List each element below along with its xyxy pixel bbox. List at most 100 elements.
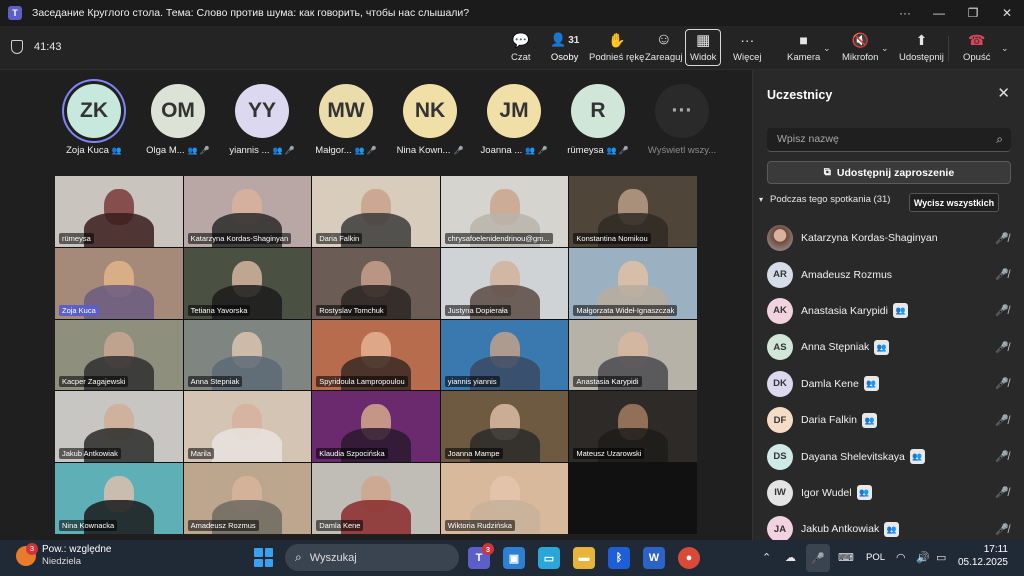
- video-tile[interactable]: rümeysa: [55, 176, 183, 247]
- video-tile[interactable]: Małgorzata Wideł-Ignaszczak: [569, 247, 697, 319]
- share-invite-button[interactable]: ⧉ Udostępnij zaproszenie: [767, 161, 1011, 184]
- camera-options-chevron-icon[interactable]: ⌄: [823, 43, 831, 54]
- avatar-item[interactable]: ··· Wyświetl wszy...: [640, 84, 724, 156]
- video-tile[interactable]: Justyna Dopierała: [440, 247, 569, 319]
- participant-row[interactable]: DF Daria Falkin 👥 🎤̸: [767, 402, 1015, 438]
- camera-button[interactable]: ■ Kamera: [787, 30, 820, 66]
- weather-widget[interactable]: 3 Pow.: względne Niedziela: [16, 542, 112, 567]
- participant-row[interactable]: IW Igor Wudel 👥 🎤̸: [767, 475, 1015, 511]
- raise-hand-button[interactable]: ✋ Podnieś rękę: [589, 30, 644, 66]
- video-tile[interactable]: Daria Falkin: [312, 176, 440, 247]
- share-button[interactable]: ⬆ Udostępnij: [899, 30, 944, 66]
- video-tile[interactable]: Joanna Mampe: [440, 391, 569, 463]
- mic-muted-icon[interactable]: 🎤̸: [995, 341, 1009, 354]
- participant-row[interactable]: KK Katarzyna Kordas-Shaginyan 🎤̸: [767, 220, 1015, 256]
- video-tile[interactable]: Zoja Kuca: [55, 247, 183, 319]
- video-tile[interactable]: Anastasia Karypidi: [569, 319, 697, 391]
- title-bar: T Заседание Круглого стола. Тема: Слово …: [0, 0, 1024, 26]
- mic-muted-icon[interactable]: 🎤̸: [995, 377, 1009, 390]
- chat-button[interactable]: 💬 Czat: [511, 30, 531, 66]
- video-tile[interactable]: Kacper Zagajewski: [55, 319, 183, 391]
- people-count: 31: [568, 34, 580, 46]
- avatar-item[interactable]: NK Nina Kown... 🎤: [388, 84, 472, 156]
- start-button-icon[interactable]: [254, 548, 273, 567]
- avatar: NK: [403, 84, 457, 138]
- panel-close-icon[interactable]: ✕: [997, 84, 1010, 102]
- video-tile[interactable]: Rostyslav Tomchuk: [312, 247, 440, 319]
- video-tile[interactable]: chrysafoelenidendrinou@gm...: [440, 176, 569, 247]
- volume-icon[interactable]: 🔊: [916, 551, 930, 564]
- more-options-icon[interactable]: ···: [888, 0, 922, 26]
- video-tile[interactable]: Damla Kene: [312, 463, 440, 534]
- mic-muted-icon[interactable]: 🎤̸: [995, 232, 1009, 245]
- participant-row[interactable]: DK Damla Kene 👥 🎤̸: [767, 366, 1015, 402]
- cloud-icon[interactable]: ☁: [785, 551, 796, 564]
- mic-muted-icon[interactable]: 🎤̸: [995, 486, 1009, 499]
- microphone-button[interactable]: 🔇 Mikrofon: [842, 30, 878, 66]
- video-tile[interactable]: Wiktoria Rudzińska: [440, 463, 569, 534]
- desktop-app-icon[interactable]: ▭: [538, 547, 560, 569]
- word-icon[interactable]: W: [643, 547, 665, 569]
- participant-row[interactable]: AR Amadeusz Rozmus 🎤̸: [767, 256, 1015, 292]
- leave-options-chevron-icon[interactable]: ⌄: [1001, 43, 1009, 54]
- avatar-item[interactable]: YY yiannis ... 👥 🎤: [220, 84, 304, 156]
- video-grid: rümeysa Katarzyna Kordas-Shaginyan Daria F…: [55, 176, 697, 534]
- view-button[interactable]: ▦ Widok: [685, 29, 722, 66]
- more-button[interactable]: ··· Więcej: [733, 30, 762, 66]
- avatar-item[interactable]: OM Olga M... 👥 🎤: [136, 84, 220, 156]
- bluetooth-icon[interactable]: ᛒ: [608, 547, 630, 569]
- minimize-button[interactable]: —: [922, 0, 956, 26]
- chrome-icon[interactable]: ●: [678, 547, 700, 569]
- search-icon[interactable]: ⌕: [996, 132, 1003, 147]
- avatar-item[interactable]: ZK Zoja Kuca 👥: [52, 84, 136, 156]
- taskbar-search-input[interactable]: [309, 551, 440, 564]
- video-tile[interactable]: Tetiana Yavorska: [183, 247, 312, 319]
- people-button[interactable]: 👤 31 Osoby: [550, 30, 579, 66]
- wifi-icon[interactable]: ◠: [896, 551, 906, 564]
- battery-icon[interactable]: ▭: [936, 551, 946, 564]
- participant-video: [212, 428, 283, 463]
- react-button[interactable]: ☺ Zareaguj: [645, 30, 683, 66]
- video-tile[interactable]: Amadeusz Rozmus: [183, 463, 312, 534]
- keyboard-icon[interactable]: ⌨: [838, 551, 854, 564]
- video-tile[interactable]: Konstantina Nomikou: [569, 176, 697, 247]
- video-tile[interactable]: Mateusz Uzarowski: [569, 391, 697, 463]
- participant-row[interactable]: AS Anna Stępniak 👥 🎤̸: [767, 329, 1015, 365]
- participant-row[interactable]: AK Anastasia Karypidi 👥 🎤̸: [767, 293, 1015, 329]
- video-tile[interactable]: Anna Stepniak: [183, 319, 312, 391]
- mic-muted-icon[interactable]: 🎤̸: [995, 450, 1009, 463]
- video-tile[interactable]: Jakub Antkowiak: [55, 391, 183, 463]
- avatar-item[interactable]: MW Małgor... 👥 🎤: [304, 84, 388, 156]
- file-explorer-icon[interactable]: ▬: [573, 547, 595, 569]
- taskbar-search[interactable]: ⌕: [285, 544, 459, 571]
- close-button[interactable]: ✕: [990, 0, 1024, 26]
- mic-muted-tray-icon[interactable]: 🎤: [806, 544, 830, 572]
- avatar-name: Olga M...: [146, 145, 185, 156]
- avatar-item[interactable]: JM Joanna ... 👥 🎤: [472, 84, 556, 156]
- mute-all-button[interactable]: Wycisz wszystkich: [909, 193, 999, 212]
- video-tile[interactable]: Klaudia Szpocińska: [312, 391, 440, 463]
- leave-button[interactable]: ☎ Opuść: [963, 30, 990, 66]
- video-tile[interactable]: yiannis yiannis: [440, 319, 569, 391]
- in-meeting-section-header[interactable]: ▾ Podczas tego spotkania (31): [759, 194, 890, 205]
- chevron-up-icon[interactable]: ⌃: [762, 551, 771, 564]
- video-tile[interactable]: Katarzyna Kordas-Shaginyan: [183, 176, 312, 247]
- mic-muted-icon[interactable]: 🎤̸: [995, 523, 1009, 536]
- video-tile[interactable]: Spyridoula Lampropoulou: [312, 319, 440, 391]
- mic-muted-icon[interactable]: 🎤̸: [995, 414, 1009, 427]
- maximize-button[interactable]: ❐: [956, 0, 990, 26]
- participant-name: Amadeusz Rozmus: [801, 268, 893, 281]
- video-tile[interactable]: Nina Kownacka: [55, 463, 183, 534]
- teams-app-icon[interactable]: T 3: [468, 543, 494, 569]
- mic-options-chevron-icon[interactable]: ⌄: [881, 43, 889, 54]
- clock[interactable]: 17:11 05.12.2025: [958, 544, 1008, 568]
- mic-muted-icon[interactable]: 🎤̸: [995, 304, 1009, 317]
- participant-row[interactable]: DS Dayana Shelevitskaya 👥 🎤̸: [767, 438, 1015, 474]
- app-icon[interactable]: ▣: [503, 547, 525, 569]
- language-indicator[interactable]: POL: [866, 552, 885, 563]
- mic-muted-icon[interactable]: 🎤̸: [995, 268, 1009, 281]
- guest-badge-icon: 👥: [874, 339, 890, 355]
- participant-search-input[interactable]: [767, 128, 977, 150]
- avatar-item[interactable]: Rrümeysa 👥 🎤: [556, 84, 640, 156]
- video-tile[interactable]: Marila: [183, 391, 312, 463]
